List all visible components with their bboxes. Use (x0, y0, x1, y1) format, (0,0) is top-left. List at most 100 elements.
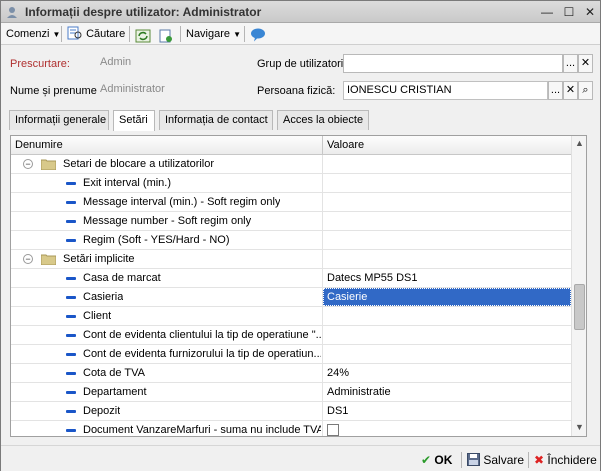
row-value-selected[interactable]: Casierie (323, 288, 571, 306)
comenzi-label: Comenzi (6, 28, 50, 40)
setting-row[interactable]: Cont de evidenta furnizorului la tip de … (11, 345, 571, 364)
setting-item-icon (66, 182, 76, 185)
row-name: Message interval (min.) - Soft regim onl… (83, 196, 281, 208)
row-name: Casieria (83, 291, 124, 303)
tab-setari[interactable]: Setări (113, 110, 155, 131)
tab-acces-la-obiecte[interactable]: Acces la obiecte (277, 110, 369, 130)
toolbar-divider (129, 26, 130, 42)
scroll-up-icon[interactable]: ▲ (572, 136, 586, 151)
row-value[interactable] (323, 212, 571, 230)
row-name: Regim (Soft - YES/Hard - NO) (83, 234, 230, 246)
nume-label: Nume și prenume: (10, 85, 100, 97)
setting-row[interactable]: Client (11, 307, 571, 326)
setting-row[interactable]: Exit interval (min.) (11, 174, 571, 193)
group-row[interactable]: − Setări implicite (11, 250, 571, 269)
setting-row[interactable]: Departament Administratie (11, 383, 571, 402)
setting-row[interactable]: Casa de marcat Datecs MP55 DS1 (11, 269, 571, 288)
setting-item-icon (66, 391, 76, 394)
grup-label: Grup de utilizatori: (257, 58, 347, 70)
grid-header: Denumire Valoare (11, 136, 571, 155)
row-name: Setari de blocare a utilizatorilor (63, 158, 215, 170)
row-value[interactable]: DS1 (323, 402, 571, 420)
setting-item-icon (66, 220, 76, 223)
tab-informatii-generale[interactable]: Informații generale (9, 110, 109, 130)
new-document-icon[interactable] (158, 27, 174, 45)
setting-row[interactable]: Cota de TVA 24% (11, 364, 571, 383)
ok-button[interactable]: ✔ OK (421, 451, 452, 469)
persoana-search-icon[interactable]: ⌕ (578, 81, 593, 100)
row-name: Depozit (83, 405, 121, 417)
close-button[interactable]: ✖ Închidere (534, 451, 597, 469)
vertical-scrollbar[interactable]: ▲ ▼ (571, 136, 586, 436)
collapse-icon[interactable]: − (23, 254, 33, 264)
help-speech-icon[interactable] (250, 26, 266, 44)
row-value[interactable] (323, 345, 571, 363)
setting-row[interactable]: Message interval (min.) - Soft regim onl… (11, 193, 571, 212)
row-name: Cota de TVA (83, 367, 145, 379)
setting-row[interactable]: Cont de evidenta clientului la tip de op… (11, 326, 571, 345)
grup-input[interactable] (343, 54, 563, 73)
setting-row[interactable]: Message number - Soft regim only (11, 212, 571, 231)
setting-item-icon (66, 201, 76, 204)
row-value[interactable] (323, 421, 571, 436)
column-valoare[interactable]: Valoare (323, 136, 364, 155)
navigare-menu-button[interactable]: Navigare ▼ (186, 25, 241, 43)
setting-item-icon (66, 315, 76, 318)
folder-icon (41, 254, 56, 265)
scroll-thumb[interactable] (574, 284, 585, 330)
row-name: Message number - Soft regim only (83, 215, 252, 227)
window-title: Informații despre utilizator: Administra… (25, 5, 262, 19)
cautare-button[interactable]: Căutare (67, 25, 125, 43)
save-label: Salvare (483, 453, 525, 467)
row-value[interactable] (323, 155, 571, 173)
prescurtare-field[interactable]: Admin (97, 54, 245, 73)
collapse-icon[interactable]: − (23, 159, 33, 169)
group-row[interactable]: − Setari de blocare a utilizatorilor (11, 155, 571, 174)
maximize-button[interactable]: ☐ (561, 4, 577, 20)
tab-informatia-de-contact[interactable]: Informația de contact (159, 110, 273, 130)
close-window-button[interactable]: ✕ (582, 4, 598, 20)
ok-label: OK (434, 453, 453, 467)
row-value[interactable]: Administratie (323, 383, 571, 401)
prescurtare-label: Prescurtare: (10, 58, 70, 70)
toolbar-divider (61, 26, 62, 42)
footer-divider (461, 452, 462, 468)
title-bar: Informații despre utilizator: Administra… (1, 1, 600, 23)
refresh-icon[interactable] (135, 27, 151, 45)
row-value[interactable] (323, 174, 571, 192)
row-value[interactable] (323, 307, 571, 325)
scroll-down-icon[interactable]: ▼ (572, 420, 586, 435)
grup-clear-icon[interactable]: ✕ (578, 54, 593, 73)
setting-item-icon (66, 334, 76, 337)
minimize-button[interactable]: — (539, 4, 555, 20)
row-name: Document VanzareMarfuri - suma nu includ… (83, 424, 321, 436)
navigare-label: Navigare (186, 28, 231, 40)
setting-row-selected[interactable]: Casieria Casierie (11, 288, 571, 307)
setting-row[interactable]: Depozit DS1 (11, 402, 571, 421)
cautare-label: Căutare (86, 28, 126, 40)
persoana-input[interactable]: IONESCU CRISTIAN (343, 81, 548, 100)
setting-item-icon (66, 239, 76, 242)
setting-item-icon (66, 296, 76, 299)
row-name: Cont de evidenta clientului la tip de op… (83, 329, 321, 341)
user-icon (7, 7, 17, 18)
setting-row[interactable]: Regim (Soft - YES/Hard - NO) (11, 231, 571, 250)
row-value[interactable] (323, 231, 571, 249)
setting-item-icon (66, 353, 76, 356)
floppy-disk-icon (467, 453, 480, 466)
column-denumire[interactable]: Denumire (11, 136, 63, 155)
persoana-clear-icon[interactable]: ✕ (563, 81, 578, 100)
setting-row[interactable]: Document VanzareMarfuri - suma nu includ… (11, 421, 571, 436)
row-value[interactable]: Datecs MP55 DS1 (323, 269, 571, 287)
checkbox[interactable] (327, 424, 339, 436)
row-value[interactable] (323, 250, 571, 268)
comenzi-menu-button[interactable]: Comenzi ▼ (6, 25, 60, 43)
save-button[interactable]: Salvare (467, 451, 524, 469)
nume-field[interactable]: Administrator (97, 81, 245, 100)
row-value[interactable]: 24% (323, 364, 571, 382)
setting-item-icon (66, 277, 76, 280)
persoana-ellipsis-button[interactable]: ... (548, 81, 563, 100)
row-value[interactable] (323, 326, 571, 344)
grup-ellipsis-button[interactable]: ... (563, 54, 578, 73)
row-value[interactable] (323, 193, 571, 211)
